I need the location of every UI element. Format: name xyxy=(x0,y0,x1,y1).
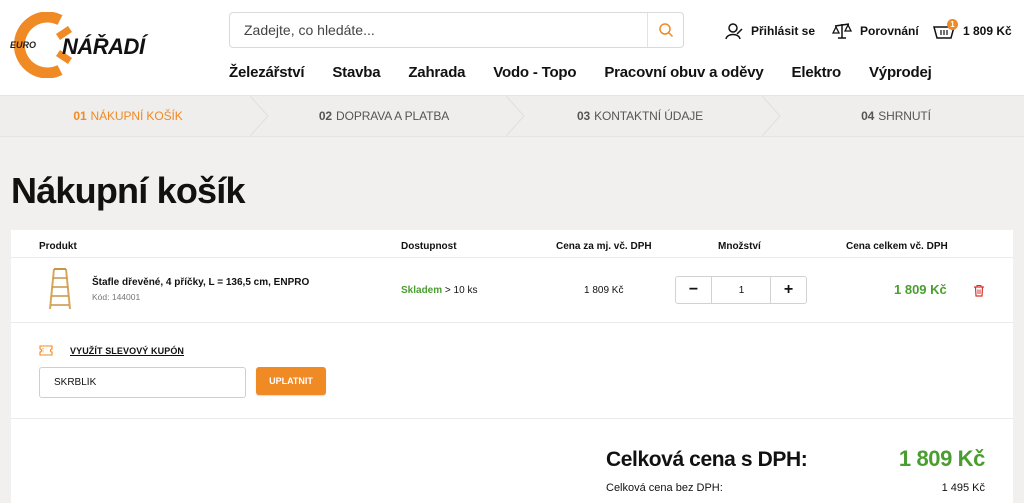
nav-item-zelezarstvi[interactable]: Železářství xyxy=(229,64,305,81)
logo-prefix: EURO xyxy=(10,40,37,50)
user-icon xyxy=(725,23,743,40)
cart-total: 1 809 Kč xyxy=(963,24,1012,38)
page-title: Nákupní košík xyxy=(11,170,245,211)
decrease-quantity-button[interactable]: − xyxy=(676,277,712,303)
compare-label: Porovnání xyxy=(860,24,919,38)
step-number: 02 xyxy=(318,109,333,123)
col-header-availability: Dostupnost xyxy=(401,241,457,252)
unit-price: 1 809 Kč xyxy=(584,285,624,296)
step-label: KONTAKTNÍ ÚDAJE xyxy=(594,109,704,123)
search-box xyxy=(229,12,684,48)
step-number: 01 xyxy=(73,109,87,123)
nav-item-pracovni-obuv[interactable]: Pracovní obuv a oděvy xyxy=(604,64,763,81)
nav-item-vyprodej[interactable]: Výprodej xyxy=(869,64,932,81)
cart-count-badge: 1 xyxy=(947,19,958,30)
step-shipping[interactable]: 02 DOPRAVA A PLATBA xyxy=(256,96,512,136)
logo-brand: NÁŘADÍ xyxy=(62,34,145,59)
search-button[interactable] xyxy=(647,13,683,47)
col-header-quantity: Množství xyxy=(718,241,761,252)
coupon-code-input[interactable] xyxy=(39,367,246,398)
quantity-stepper: − + xyxy=(675,276,807,304)
step-number: 03 xyxy=(576,109,591,123)
step-number: 04 xyxy=(861,109,875,123)
scale-icon xyxy=(832,23,852,39)
availability: Skladem > 10 ks xyxy=(401,285,477,296)
col-header-total: Cena celkem vč. DPH xyxy=(846,241,948,252)
increase-quantity-button[interactable]: + xyxy=(770,277,806,303)
login-link[interactable]: Přihlásit se xyxy=(725,20,815,42)
product-code: Kód: 144001 xyxy=(92,292,141,302)
nav-item-stavba[interactable]: Stavba xyxy=(332,64,380,81)
search-input[interactable] xyxy=(230,13,648,47)
checkout-steps: 01 NÁKUPNÍ KOŠÍK 02 DOPRAVA A PLATBA 03 … xyxy=(0,95,1024,137)
coupon-toggle-link[interactable]: VYUŽÍT SLEVOVÝ KUPÓN xyxy=(39,345,184,356)
step-label: SHRNUTÍ xyxy=(878,109,931,123)
ticket-icon xyxy=(39,345,53,356)
total-without-vat-label: Celková cena bez DPH: xyxy=(606,482,723,494)
site-logo[interactable]: EURO NÁŘADÍ xyxy=(10,11,170,79)
total-with-vat-label: Celková cena s DPH: xyxy=(606,448,808,471)
line-total: 1 809 Kč xyxy=(894,282,947,297)
product-name-link[interactable]: Štafle dřevěné, 4 příčky, L = 136,5 cm, … xyxy=(92,277,309,288)
search-icon xyxy=(658,23,673,38)
col-header-product: Produkt xyxy=(39,241,77,252)
total-with-vat-value: 1 809 Kč xyxy=(898,446,985,471)
delete-item-icon[interactable] xyxy=(973,284,985,297)
product-thumbnail[interactable] xyxy=(48,267,72,311)
total-without-vat-value: 1 495 Kč xyxy=(941,482,985,494)
nav-item-elektro[interactable]: Elektro xyxy=(792,64,842,81)
compare-link[interactable]: Porovnání xyxy=(832,20,919,42)
step-cart[interactable]: 01 NÁKUPNÍ KOŠÍK xyxy=(0,96,256,136)
login-label: Přihlásit se xyxy=(751,24,816,38)
col-header-unit-price: Cena za mj. vč. DPH xyxy=(556,241,652,252)
stock-status: Skladem xyxy=(401,285,443,296)
table-divider xyxy=(11,322,1013,323)
coupon-link-label: VYUŽÍT SLEVOVÝ KUPÓN xyxy=(70,345,185,356)
section-divider xyxy=(11,418,1013,419)
site-header: EURO NÁŘADÍ Přihlásit se Porovnání 1 1 8… xyxy=(0,0,1024,95)
cart-panel: Produkt Dostupnost Cena za mj. vč. DPH M… xyxy=(11,230,1013,503)
table-divider xyxy=(11,257,1013,258)
nav-item-vodo-topo[interactable]: Vodo - Topo xyxy=(493,64,576,81)
stock-detail: > 10 ks xyxy=(444,285,478,296)
step-contact[interactable]: 03 KONTAKTNÍ ÚDAJE xyxy=(512,96,768,136)
step-label: DOPRAVA A PLATBA xyxy=(336,109,450,123)
step-summary[interactable]: 04 SHRNUTÍ xyxy=(768,96,1024,136)
step-label: NÁKUPNÍ KOŠÍK xyxy=(90,109,183,123)
apply-coupon-button[interactable]: UPLATNIT xyxy=(256,367,326,395)
quantity-input[interactable] xyxy=(713,277,770,303)
main-nav: Železářství Stavba Zahrada Vodo - Topo P… xyxy=(229,64,960,81)
cart-link[interactable]: 1 1 809 Kč xyxy=(933,19,1012,42)
nav-item-zahrada[interactable]: Zahrada xyxy=(408,64,465,81)
